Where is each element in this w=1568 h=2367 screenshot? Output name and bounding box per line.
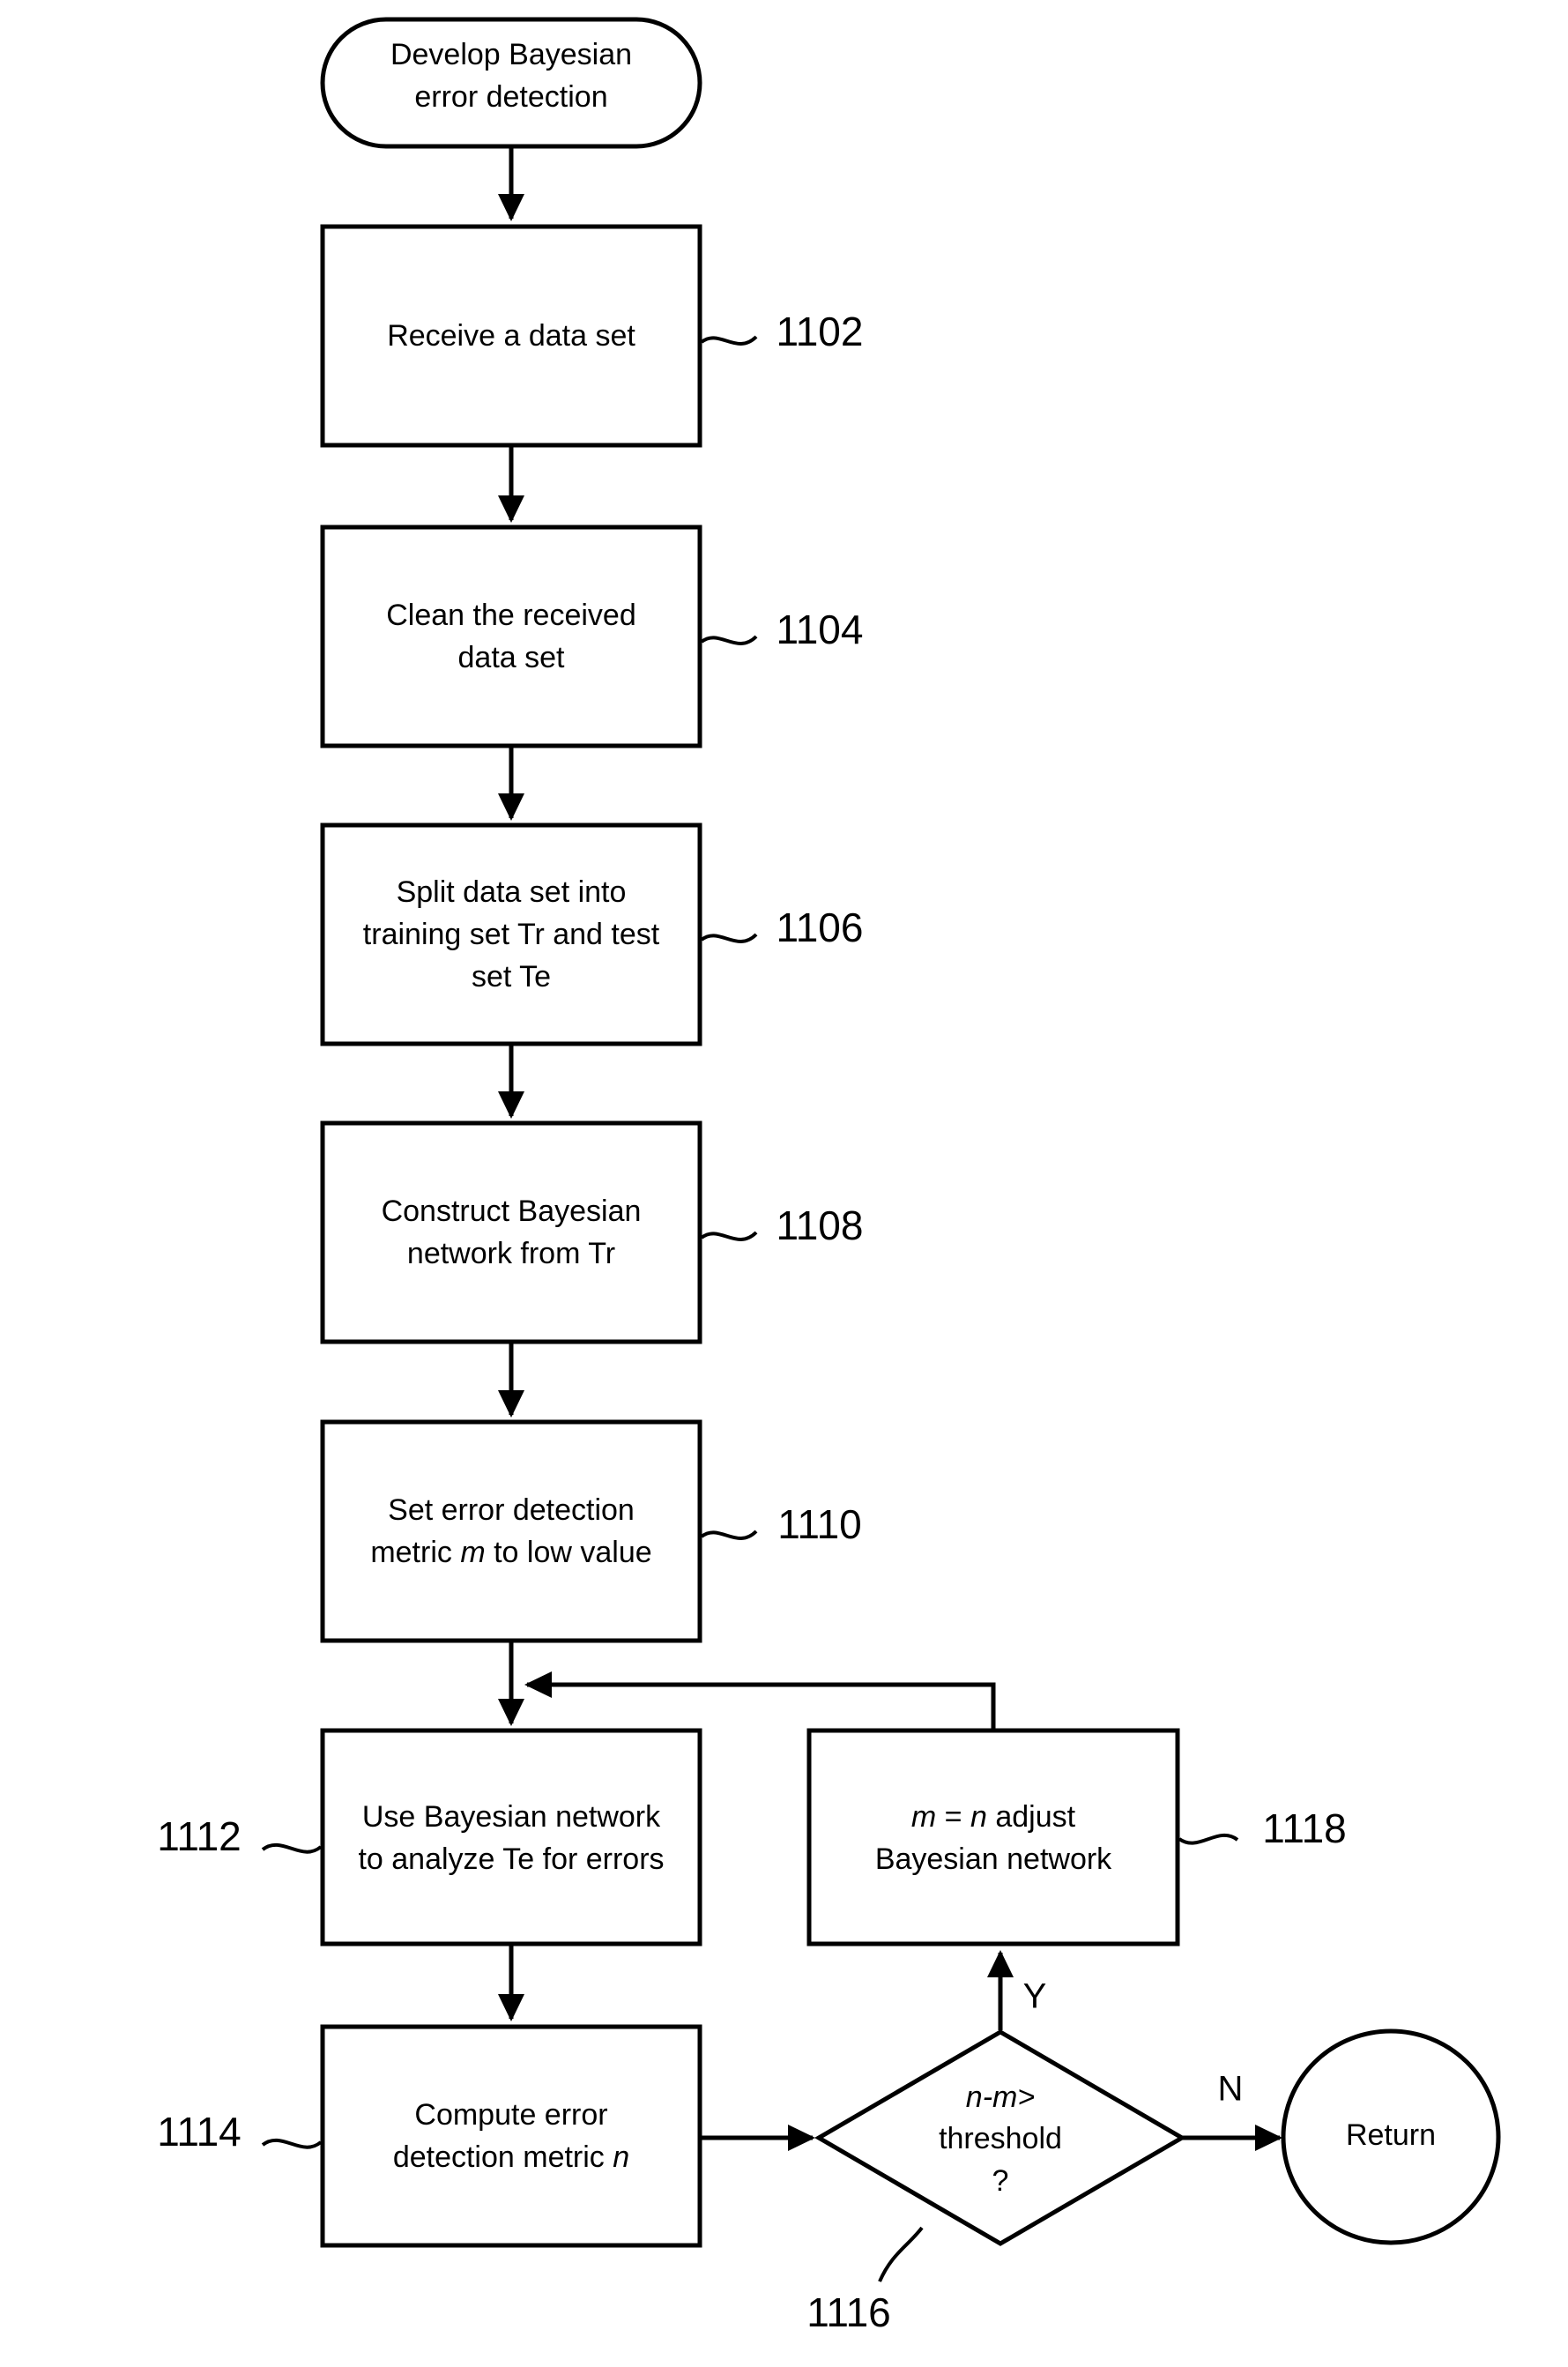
ref-label-1114: 1114 [157, 2109, 242, 2155]
process-box-1118-shape [806, 1728, 1180, 1946]
process-box-1118-label-line1: m = n adjust [911, 1800, 1076, 1834]
process-box-1110-label-line2: metric m to low value [370, 1536, 651, 1569]
ref-callout-1108: 1108 [700, 1202, 864, 1248]
ref-leader-1118 [1178, 1833, 1239, 1845]
branch-no-label: N [1218, 2070, 1244, 2109]
process-box-1118-label-line2: Bayesian network [875, 1842, 1112, 1876]
ref-callout-1104: 1104 [700, 607, 864, 652]
decision-diamond-1116-label-line3: ? [992, 2164, 1009, 2198]
process-box-1114-label-line2: detection metric n [393, 2140, 629, 2174]
ref-label-1102: 1102 [777, 309, 864, 354]
process-box-1112-label-line1: Use Bayesian network [362, 1800, 661, 1834]
decision-diamond-1116-label-line2: threshold [939, 2122, 1062, 2155]
ref-leader-1108 [700, 1231, 758, 1241]
ref-leader-1106 [700, 933, 758, 943]
process-box-1110-label-line1: Set error detection [388, 1493, 635, 1527]
process-box-1106: Split data set into training set Tr and … [320, 822, 702, 1046]
process-box-1114-text-a: detection metric [393, 2140, 613, 2174]
start-terminator: Develop Bayesian error detection [320, 17, 702, 149]
process-box-1108-label-line2: network from Tr [407, 1237, 615, 1270]
ref-label-1116: 1116 [806, 2289, 891, 2335]
process-box-1110: Set error detection metric m to low valu… [320, 1419, 702, 1643]
process-box-1104-shape [320, 525, 702, 748]
process-box-1102-label-line1: Receive a data set [387, 319, 635, 353]
ref-callout-1106: 1106 [700, 904, 864, 950]
process-box-1110-var-m: m [460, 1536, 485, 1569]
return-terminator-label: Return [1346, 2118, 1436, 2152]
ref-label-1110: 1110 [777, 1501, 862, 1547]
feedback-loop-1118-to-1112 [524, 1671, 996, 1731]
flowchart-svg: Develop Bayesian error detection Receive… [157, 17, 1501, 2335]
process-box-1106-label-line2: training set Tr and test [363, 918, 660, 951]
ref-callout-1110: 1110 [700, 1501, 862, 1547]
process-box-1114-label-line1: Compute error [414, 2098, 607, 2132]
flowchart-canvas: Develop Bayesian error detection Receive… [0, 0, 1568, 2367]
process-box-1108-shape [320, 1120, 702, 1344]
start-terminator-label-line1: Develop Bayesian [390, 38, 632, 71]
return-terminator: Return [1281, 2028, 1501, 2245]
process-box-1106-label-line1: Split data set into [397, 875, 627, 909]
process-box-1108-label-line1: Construct Bayesian [382, 1195, 642, 1228]
start-terminator-label-line2: error detection [414, 80, 607, 114]
ref-callout-1116: 1116 [806, 2226, 924, 2335]
ref-callout-1102: 1102 [700, 309, 864, 354]
ref-label-1104: 1104 [777, 607, 864, 652]
ref-leader-1116 [878, 2226, 924, 2282]
ref-callout-1114: 1114 [157, 2109, 323, 2155]
process-box-1118-var-m: m [911, 1800, 936, 1834]
decision-diamond-1116-label-line1: n-m> [966, 2080, 1035, 2114]
branch-no: N [1182, 2070, 1283, 2151]
process-box-1112-label-line2: to analyze Te for errors [358, 1842, 664, 1876]
process-box-1114: Compute error detection metric n [320, 2024, 702, 2248]
process-box-1104-label-line2: data set [458, 641, 566, 674]
process-box-1114-var-n: n [613, 2140, 629, 2174]
ref-label-1118: 1118 [1262, 1805, 1347, 1851]
process-box-1108: Construct Bayesian network from Tr [320, 1120, 702, 1344]
process-box-1102: Receive a data set [320, 224, 702, 448]
ref-callout-1118: 1118 [1178, 1805, 1347, 1851]
process-box-1118-eq: = [936, 1800, 970, 1834]
process-box-1110-text-c: to low value [486, 1536, 652, 1569]
branch-yes: Y [987, 1949, 1047, 2030]
ref-label-1106: 1106 [777, 904, 864, 950]
ref-callout-1112: 1112 [157, 1813, 323, 1859]
ref-label-1108: 1108 [777, 1202, 864, 1248]
process-box-1118: m = n adjust Bayesian network [806, 1728, 1180, 1946]
ref-leader-1104 [700, 635, 758, 645]
ref-leader-1110 [700, 1530, 758, 1540]
process-box-1114-shape [320, 2024, 702, 2248]
process-box-1118-var-n: n [970, 1800, 987, 1834]
feedback-loop-path [524, 1671, 996, 1731]
process-box-1112-shape [320, 1728, 702, 1946]
process-box-1110-text-a: metric [370, 1536, 460, 1569]
decision-diamond-1116: n-m> threshold ? [814, 2029, 1186, 2246]
process-box-1104: Clean the received data set [320, 525, 702, 748]
process-box-1118-text-adjust: adjust [987, 1800, 1076, 1834]
ref-leader-1114 [261, 2138, 323, 2149]
process-box-1104-label-line1: Clean the received [386, 599, 636, 632]
ref-label-1112: 1112 [157, 1813, 242, 1859]
process-box-1112: Use Bayesian network to analyze Te for e… [320, 1728, 702, 1946]
process-box-1106-label-line3: set Te [472, 960, 551, 994]
process-box-1110-shape [320, 1419, 702, 1643]
ref-leader-1112 [261, 1842, 323, 1854]
ref-leader-1102 [700, 335, 758, 346]
branch-yes-label: Y [1023, 1977, 1047, 2016]
